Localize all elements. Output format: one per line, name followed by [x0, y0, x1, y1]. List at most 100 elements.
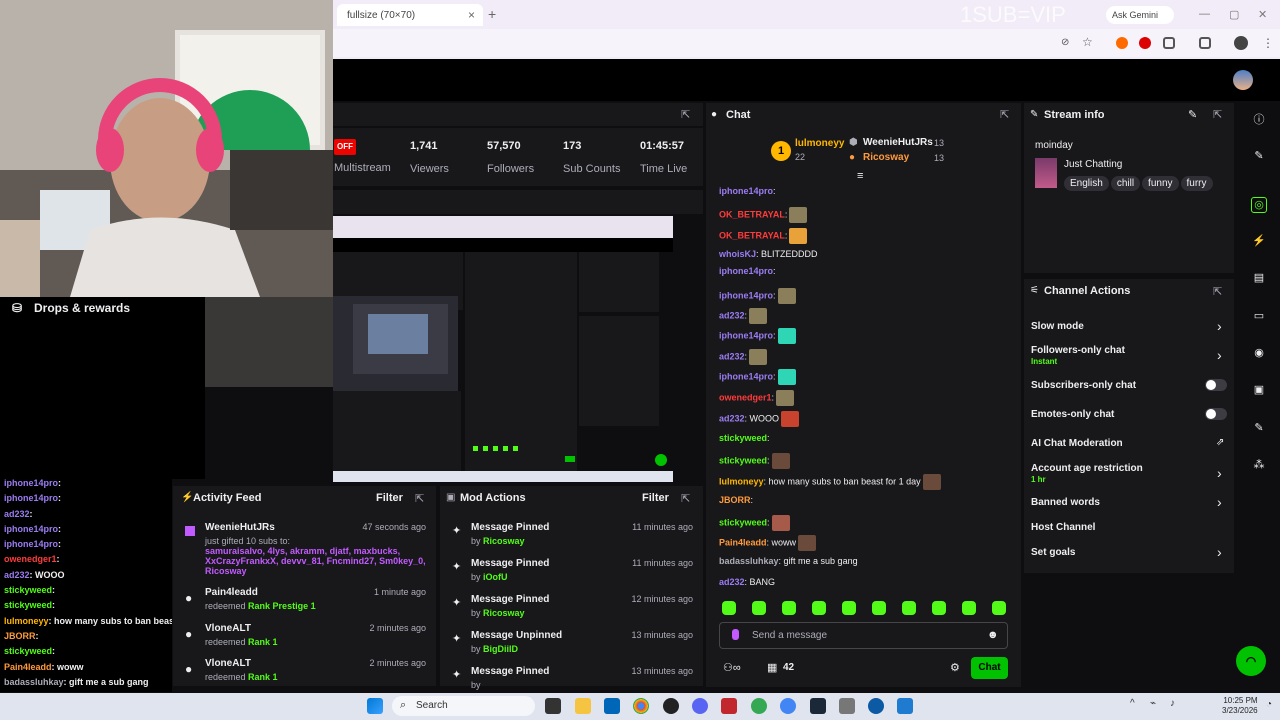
steam-icon[interactable]	[810, 698, 826, 714]
chevron-right-icon[interactable]: ›	[1217, 494, 1222, 510]
chat-username[interactable]: stickyweed	[719, 517, 767, 527]
emote-picker-icon[interactable]	[812, 601, 826, 615]
adobe-icon[interactable]	[721, 698, 737, 714]
users-icon[interactable]: ⚇∞	[723, 661, 741, 674]
chat-username[interactable]: stickyweed	[719, 433, 767, 443]
tag[interactable]: furry	[1180, 176, 1213, 191]
category-name[interactable]: Just Chatting	[1064, 159, 1122, 170]
host-channel-item[interactable]: Host Channel	[1031, 522, 1095, 533]
mod-action-user[interactable]: Ricosway	[483, 608, 525, 618]
chat-input[interactable]: Send a message	[719, 622, 1008, 649]
windows-start-icon[interactable]	[367, 698, 383, 714]
help-headset-icon[interactable]: ◠	[1236, 646, 1266, 676]
popout-icon[interactable]: ⇱	[681, 108, 690, 121]
emote-picker-icon[interactable]	[932, 601, 946, 615]
github-icon[interactable]	[663, 698, 679, 714]
chat-username[interactable]: iphone14pro	[719, 330, 773, 340]
emote-picker-icon[interactable]	[962, 601, 976, 615]
cast-icon[interactable]	[1199, 37, 1211, 49]
chrome-profile-icon[interactable]	[751, 698, 767, 714]
emote-picker-icon[interactable]	[992, 601, 1006, 615]
emote-picker-icon[interactable]	[842, 601, 856, 615]
bolt-icon[interactable]: ⚡	[1251, 234, 1267, 250]
emote-picker-icon[interactable]	[722, 601, 736, 615]
volume-icon[interactable]: ♪	[1170, 698, 1175, 709]
extension-icon[interactable]	[1116, 37, 1128, 49]
feed-username[interactable]: WeenieHutJRs	[205, 522, 275, 533]
popout-icon[interactable]: ⇱	[415, 492, 424, 505]
popout-icon[interactable]: ⇱	[1213, 285, 1222, 298]
chat-username[interactable]: Pain4leadd	[719, 537, 767, 547]
chat-username[interactable]: iphone14pro	[719, 371, 773, 381]
chevron-right-icon[interactable]: ›	[1217, 318, 1222, 334]
gemini-button[interactable]: Ask Gemini	[1106, 6, 1174, 24]
microphone-icon[interactable]	[732, 629, 739, 640]
chrome-profile-2-icon[interactable]	[780, 698, 796, 714]
address-bar[interactable]	[333, 29, 1280, 57]
chat-username[interactable]: badassluhkay	[719, 556, 779, 566]
chat-username[interactable]: stickyweed	[719, 455, 767, 465]
chat-username[interactable]: whoisKJ	[719, 249, 756, 259]
chat-username[interactable]: iphone14pro	[719, 290, 773, 300]
feed-username[interactable]: Pain4leadd	[205, 587, 258, 598]
network-icon[interactable]: ⌁	[1150, 698, 1156, 709]
menu-dots-icon[interactable]: ⋮	[1262, 36, 1274, 50]
collapse-icon[interactable]: ≡	[857, 170, 863, 182]
profile-avatar-icon[interactable]	[1234, 36, 1248, 50]
notifications-icon[interactable]: ◔	[1266, 699, 1272, 710]
close-window-icon[interactable]: ✕	[1258, 8, 1267, 21]
taskbar-search[interactable]: Search	[392, 696, 535, 716]
multistream-label[interactable]: Multistream	[334, 162, 391, 174]
category-thumbnail[interactable]	[1035, 158, 1057, 188]
chat-send-button[interactable]: Chat	[971, 657, 1008, 679]
user-avatar[interactable]	[1233, 70, 1253, 90]
external-link-icon[interactable]: ⇗	[1216, 437, 1224, 448]
followers-only-item[interactable]: Followers-only chat	[1031, 345, 1125, 356]
emote-picker-icon[interactable]	[752, 601, 766, 615]
file-explorer-icon[interactable]	[575, 698, 591, 714]
tag[interactable]: funny	[1142, 176, 1179, 191]
drops-rewards-header[interactable]: ⛁ Drops & rewards	[0, 297, 205, 319]
chat-username[interactable]: JBORR	[719, 495, 751, 505]
account-age-item[interactable]: Account age restriction	[1031, 463, 1143, 474]
stream-preview[interactable]	[333, 216, 673, 482]
close-tab-icon[interactable]: ×	[468, 8, 475, 22]
gear-icon[interactable]: ⚙	[950, 661, 960, 674]
tray-chevron-icon[interactable]: ^	[1130, 698, 1135, 709]
bookmark-star-icon[interactable]: ☆	[1082, 35, 1094, 49]
mod-action-user[interactable]: Ricosway	[483, 536, 525, 546]
mod-filter-button[interactable]: Filter	[642, 492, 669, 504]
target-icon[interactable]: ◎	[1251, 197, 1267, 213]
task-view-icon[interactable]	[545, 698, 561, 714]
chrome-icon[interactable]	[633, 698, 649, 714]
ai-moderation-item[interactable]: AI Chat Moderation	[1031, 438, 1123, 449]
banned-words-item[interactable]: Banned words	[1031, 497, 1100, 508]
points-store-icon[interactable]: ▦	[767, 661, 777, 674]
chat-bubble-icon[interactable]: ▭	[1251, 309, 1267, 325]
info-icon[interactable]: ⓘ	[1251, 111, 1267, 127]
feed-username[interactable]: VloneALT	[205, 658, 251, 669]
new-tab-icon[interactable]: +	[488, 6, 496, 22]
chat-username[interactable]: lulmoneyy	[719, 476, 764, 486]
popout-icon[interactable]: ⇱	[681, 492, 690, 505]
chat-username[interactable]: ad232	[719, 310, 745, 320]
activity-filter-button[interactable]: Filter	[376, 492, 403, 504]
chat-username[interactable]: ad232	[719, 577, 745, 587]
leaderboard-user[interactable]: Ricosway	[863, 152, 909, 163]
apps-icon[interactable]: ⁂	[1251, 458, 1267, 474]
edge-icon[interactable]	[868, 698, 884, 714]
app-icon[interactable]	[897, 698, 913, 714]
chevron-right-icon[interactable]: ›	[1217, 347, 1222, 363]
leaderboard-user[interactable]: lulmoneyy	[795, 138, 844, 149]
browser-tab[interactable]: fullsize (70×70) ×	[337, 4, 483, 26]
set-goals-item[interactable]: Set goals	[1031, 547, 1075, 558]
chevron-right-icon[interactable]: ›	[1217, 544, 1222, 560]
mod-action-user[interactable]: BigDiilD	[483, 644, 518, 654]
store-icon[interactable]	[604, 698, 620, 714]
settings-icon[interactable]	[839, 698, 855, 714]
subscribers-only-toggle[interactable]	[1205, 379, 1227, 391]
chat-username[interactable]: owenedger1	[719, 392, 772, 402]
pencil-icon[interactable]: ✎	[1251, 149, 1267, 165]
emotes-only-toggle[interactable]	[1205, 408, 1227, 420]
slow-mode-item[interactable]: Slow mode	[1031, 321, 1084, 332]
